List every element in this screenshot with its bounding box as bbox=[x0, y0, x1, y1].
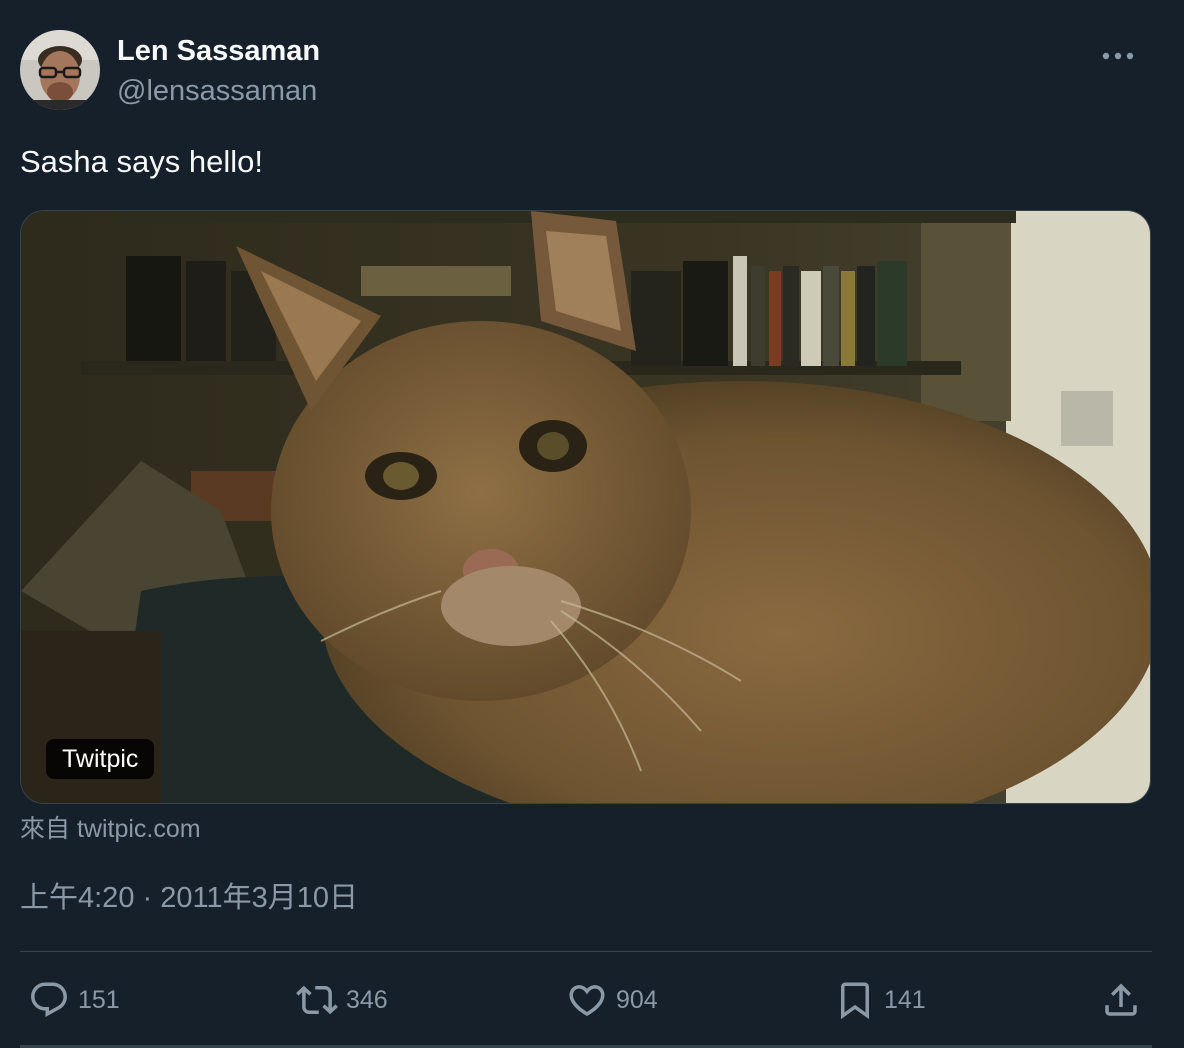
bookmark-button[interactable]: 141 bbox=[834, 970, 926, 1030]
author-handle[interactable]: @lensassaman bbox=[117, 72, 320, 110]
tweet-text: Sasha says hello! bbox=[20, 144, 263, 179]
avatar[interactable] bbox=[20, 30, 100, 110]
share-icon bbox=[1105, 983, 1137, 1016]
retweet-count: 346 bbox=[346, 985, 388, 1014]
divider bbox=[20, 951, 1152, 952]
tweet: Len Sassaman @lensassaman Sasha says hel… bbox=[0, 0, 1184, 1048]
like-button[interactable]: 904 bbox=[566, 970, 658, 1030]
cat-photo bbox=[21, 211, 1150, 803]
retweet-icon bbox=[296, 985, 338, 1015]
reply-button[interactable]: 151 bbox=[28, 970, 120, 1030]
reply-icon bbox=[31, 982, 67, 1017]
bookmark-icon bbox=[841, 982, 869, 1020]
share-button[interactable] bbox=[1100, 970, 1142, 1030]
tweet-media-photo[interactable]: Twitpic bbox=[20, 210, 1151, 804]
author-names: Len Sassaman @lensassaman bbox=[117, 33, 320, 110]
reply-count: 151 bbox=[78, 985, 120, 1014]
media-source-badge: Twitpic bbox=[46, 739, 155, 779]
action-bar: 151 346 904 141 bbox=[20, 970, 1164, 1030]
author-display-name[interactable]: Len Sassaman bbox=[117, 33, 320, 69]
source-link[interactable]: 來自 twitpic.com bbox=[20, 812, 201, 846]
heart-icon bbox=[569, 985, 605, 1017]
more-options-button[interactable] bbox=[1088, 36, 1148, 76]
tweet-timestamp[interactable]: 上午4:20 · 2011年3月10日 bbox=[20, 876, 358, 920]
bookmark-count: 141 bbox=[884, 985, 926, 1014]
more-horizontal-icon bbox=[1102, 52, 1134, 60]
retweet-button[interactable]: 346 bbox=[296, 970, 388, 1030]
like-count: 904 bbox=[616, 985, 658, 1014]
tweet-header: Len Sassaman @lensassaman bbox=[20, 30, 1164, 110]
